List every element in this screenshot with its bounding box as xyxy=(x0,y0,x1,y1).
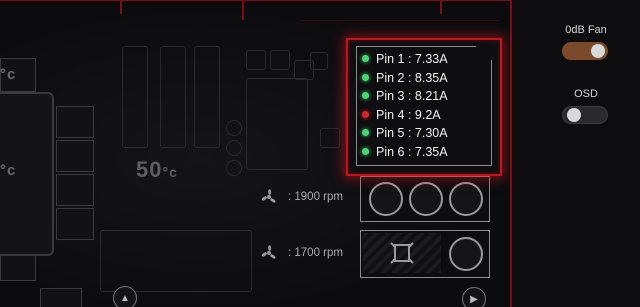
component xyxy=(270,50,290,70)
component xyxy=(226,160,242,176)
component xyxy=(194,46,220,148)
pin-row: Pin 6 : 7.35A xyxy=(362,143,448,161)
warning-indicator xyxy=(362,110,369,118)
toggle-knob xyxy=(567,108,581,122)
component xyxy=(226,120,242,136)
osd-toggle[interactable] xyxy=(562,106,608,124)
osd-label: OSD xyxy=(574,88,598,100)
fan-group-1 xyxy=(360,176,490,222)
trace xyxy=(440,0,442,14)
play-icon: ▶ xyxy=(470,293,478,305)
toggle-knob xyxy=(591,44,605,58)
pin-label: Pin 3 : 8.21A xyxy=(376,89,448,103)
gpu-temperature: 50°c xyxy=(136,157,178,182)
component xyxy=(56,140,94,172)
fan-2-speed: : 1700 rpm xyxy=(288,247,343,259)
pin-label: Pin 2 : 8.35A xyxy=(376,70,448,85)
zero-db-fan-toggle[interactable] xyxy=(562,42,608,60)
fan-icon xyxy=(449,237,483,271)
left-temp-2: °c xyxy=(0,162,17,179)
settings-panel: 0dB Fan OSD xyxy=(512,0,640,307)
fan-1-speed: : 1900 rpm xyxy=(288,191,343,203)
pin-label: Pin 4 : 9.2A xyxy=(376,107,441,122)
gpu-board-diagram: °c °c 50°c : 1900 rpm : 1700 rpm ▲ ▶ Pin… xyxy=(0,0,510,307)
component xyxy=(40,288,82,307)
heatsink-icon xyxy=(390,242,414,264)
component xyxy=(100,230,252,292)
pin-row: Pin 4 : 9.2A xyxy=(362,106,441,124)
fan-icon xyxy=(261,245,276,259)
pin-row: Pin 5 : 7.30A xyxy=(362,124,448,142)
pin-label: Pin 1 : 7.33A xyxy=(376,52,448,66)
fan-icon xyxy=(449,182,483,216)
component xyxy=(160,46,186,148)
trace xyxy=(0,0,510,1)
chevron-up-icon: ▲ xyxy=(120,292,130,304)
ok-indicator xyxy=(362,147,369,155)
trace xyxy=(300,20,500,21)
ok-indicator xyxy=(362,92,369,99)
pin-row: Pin 2 : 8.35A xyxy=(362,69,448,87)
component xyxy=(56,208,94,240)
component xyxy=(56,106,94,138)
component xyxy=(310,52,328,70)
trace xyxy=(120,0,122,14)
component xyxy=(246,78,308,170)
fan-icon xyxy=(369,182,403,216)
component xyxy=(0,255,36,281)
component xyxy=(226,140,242,156)
ok-indicator xyxy=(362,55,369,62)
component xyxy=(122,46,148,148)
play-button[interactable]: ▶ xyxy=(462,287,486,307)
fan-icon xyxy=(409,182,443,216)
fan-group-2 xyxy=(360,230,490,278)
fan-icon xyxy=(261,189,276,203)
component xyxy=(56,174,94,206)
ok-indicator xyxy=(362,129,369,136)
trace xyxy=(242,0,244,20)
pin-row: Pin 1 : 7.33A xyxy=(362,50,448,68)
pin-label: Pin 5 : 7.30A xyxy=(376,126,448,140)
component xyxy=(246,50,266,70)
scroll-up-button[interactable]: ▲ xyxy=(113,286,137,307)
pin-label: Pin 6 : 7.35A xyxy=(376,144,448,159)
component xyxy=(320,128,340,148)
left-temp-1: °c xyxy=(0,66,17,83)
ok-indicator xyxy=(362,73,369,81)
pin-row: Pin 3 : 8.21A xyxy=(362,87,448,105)
zero-db-fan-label: 0dB Fan xyxy=(565,24,607,36)
pin-current-popup: Pin 1 : 7.33A Pin 2 : 8.35A Pin 3 : 8.21A P… xyxy=(346,38,502,176)
